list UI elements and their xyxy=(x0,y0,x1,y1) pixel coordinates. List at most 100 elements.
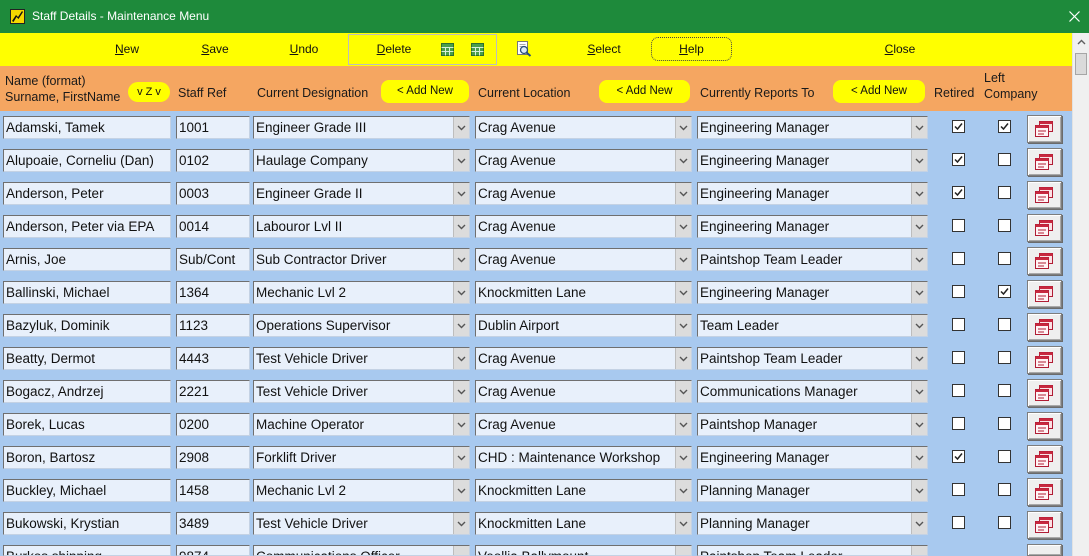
sort-button[interactable]: v Z v xyxy=(128,82,170,102)
staff-ref-field[interactable]: 9874 xyxy=(176,545,250,556)
reports-to-combo[interactable]: Planning Manager xyxy=(697,512,928,535)
dropdown-button[interactable] xyxy=(453,183,469,204)
reports-to-combo[interactable]: Engineering Manager xyxy=(697,446,928,469)
dropdown-button[interactable] xyxy=(911,150,927,171)
designation-combo[interactable]: Haulage Company xyxy=(253,149,470,172)
location-combo[interactable]: Crag Avenue xyxy=(475,182,692,205)
dropdown-button[interactable] xyxy=(911,381,927,402)
open-record-button[interactable] xyxy=(1027,115,1062,143)
staff-name-field[interactable]: Arnis, Joe xyxy=(3,248,171,271)
reports-to-combo[interactable]: Planning Manager xyxy=(697,479,928,502)
designation-combo[interactable]: Communications Officer xyxy=(253,545,470,556)
staff-name-field[interactable]: Borek, Lucas xyxy=(3,413,171,436)
add-reports-to-button[interactable]: < Add New xyxy=(833,80,925,103)
staff-ref-field[interactable]: 0200 xyxy=(176,413,250,436)
retired-checkbox[interactable] xyxy=(952,318,965,331)
staff-ref-field[interactable]: 0014 xyxy=(176,215,250,238)
left-company-checkbox[interactable] xyxy=(998,417,1011,430)
open-record-button[interactable] xyxy=(1027,511,1062,539)
designation-combo[interactable]: Forklift Driver xyxy=(253,446,470,469)
retired-checkbox[interactable] xyxy=(952,285,965,298)
location-combo[interactable]: Crag Avenue xyxy=(475,116,692,139)
dropdown-button[interactable] xyxy=(453,414,469,435)
undo-button[interactable]: Undo xyxy=(269,33,339,66)
retired-checkbox[interactable] xyxy=(952,219,965,232)
open-record-button[interactable] xyxy=(1027,181,1062,209)
retired-checkbox[interactable] xyxy=(952,153,965,166)
designation-combo[interactable]: Mechanic Lvl 2 xyxy=(253,281,470,304)
dropdown-button[interactable] xyxy=(675,348,691,369)
left-company-checkbox[interactable] xyxy=(998,483,1011,496)
dropdown-button[interactable] xyxy=(911,414,927,435)
staff-ref-field[interactable]: 0102 xyxy=(176,149,250,172)
staff-name-field[interactable]: Anderson, Peter via EPA xyxy=(3,215,171,238)
designation-combo[interactable]: Labouror Lvl II xyxy=(253,215,470,238)
open-record-button[interactable] xyxy=(1027,445,1062,473)
open-record-button[interactable] xyxy=(1027,478,1062,506)
reports-to-combo[interactable]: Paintshop Manager xyxy=(697,413,928,436)
dropdown-button[interactable] xyxy=(911,480,927,501)
staff-name-field[interactable]: Alupoaie, Corneliu (Dan) xyxy=(3,149,171,172)
reports-to-combo[interactable]: Engineering Manager xyxy=(697,149,928,172)
open-record-button[interactable] xyxy=(1027,346,1062,374)
staff-ref-field[interactable]: 0003 xyxy=(176,182,250,205)
reports-to-combo[interactable]: Engineering Manager xyxy=(697,182,928,205)
reports-to-combo[interactable]: Engineering Manager xyxy=(697,116,928,139)
location-combo[interactable]: Crag Avenue xyxy=(475,215,692,238)
staff-ref-field[interactable]: 1458 xyxy=(176,479,250,502)
left-company-checkbox[interactable] xyxy=(998,351,1011,364)
location-combo[interactable]: Crag Avenue xyxy=(475,413,692,436)
left-company-checkbox[interactable] xyxy=(998,285,1011,298)
staff-name-field[interactable]: Bukowski, Krystian xyxy=(3,512,171,535)
left-company-checkbox[interactable] xyxy=(998,516,1011,529)
dropdown-button[interactable] xyxy=(453,117,469,138)
designation-combo[interactable]: Mechanic Lvl 2 xyxy=(253,479,470,502)
dropdown-button[interactable] xyxy=(675,150,691,171)
dropdown-button[interactable] xyxy=(453,315,469,336)
open-record-button[interactable] xyxy=(1027,379,1062,407)
left-company-checkbox[interactable] xyxy=(998,252,1011,265)
dropdown-button[interactable] xyxy=(675,183,691,204)
scrollbar-thumb[interactable] xyxy=(1075,53,1087,75)
designation-combo[interactable]: Test Vehicle Driver xyxy=(253,512,470,535)
left-company-checkbox[interactable] xyxy=(998,120,1011,133)
open-record-button[interactable] xyxy=(1027,313,1062,341)
retired-checkbox[interactable] xyxy=(952,120,965,133)
scroll-up-button[interactable] xyxy=(1073,33,1089,50)
dropdown-button[interactable] xyxy=(453,249,469,270)
reports-to-combo[interactable]: Team Leader xyxy=(697,314,928,337)
dropdown-button[interactable] xyxy=(675,414,691,435)
designation-combo[interactable]: Operations Supervisor xyxy=(253,314,470,337)
dropdown-button[interactable] xyxy=(911,348,927,369)
staff-name-field[interactable]: Bogacz, Andrzej xyxy=(3,380,171,403)
open-record-button[interactable] xyxy=(1027,544,1062,556)
reports-to-combo[interactable]: Communications Manager xyxy=(697,380,928,403)
dropdown-button[interactable] xyxy=(911,249,927,270)
location-combo[interactable]: Knockmitten Lane xyxy=(475,512,692,535)
dropdown-button[interactable] xyxy=(453,381,469,402)
close-button[interactable]: Close xyxy=(865,33,935,66)
open-record-button[interactable] xyxy=(1027,247,1062,275)
dropdown-button[interactable] xyxy=(675,381,691,402)
dropdown-button[interactable] xyxy=(675,480,691,501)
left-company-checkbox[interactable] xyxy=(998,318,1011,331)
reports-to-combo[interactable]: Engineering Manager xyxy=(697,215,928,238)
designation-combo[interactable]: Machine Operator xyxy=(253,413,470,436)
open-record-button[interactable] xyxy=(1027,280,1062,308)
retired-checkbox[interactable] xyxy=(952,186,965,199)
dropdown-button[interactable] xyxy=(675,216,691,237)
location-combo[interactable]: Crag Avenue xyxy=(475,347,692,370)
add-designation-button[interactable]: < Add New xyxy=(381,80,469,103)
staff-name-field[interactable]: Boron, Bartosz xyxy=(3,446,171,469)
staff-name-field[interactable]: Beatty, Dermot xyxy=(3,347,171,370)
left-company-checkbox[interactable] xyxy=(998,186,1011,199)
dropdown-button[interactable] xyxy=(675,546,691,555)
retired-checkbox[interactable] xyxy=(952,483,965,496)
dropdown-button[interactable] xyxy=(911,183,927,204)
staff-name-field[interactable]: Burkos shipping xyxy=(3,545,171,556)
print-preview-button[interactable] xyxy=(516,41,532,57)
dropdown-button[interactable] xyxy=(675,513,691,534)
retired-checkbox[interactable] xyxy=(952,417,965,430)
dropdown-button[interactable] xyxy=(453,480,469,501)
dropdown-button[interactable] xyxy=(453,216,469,237)
